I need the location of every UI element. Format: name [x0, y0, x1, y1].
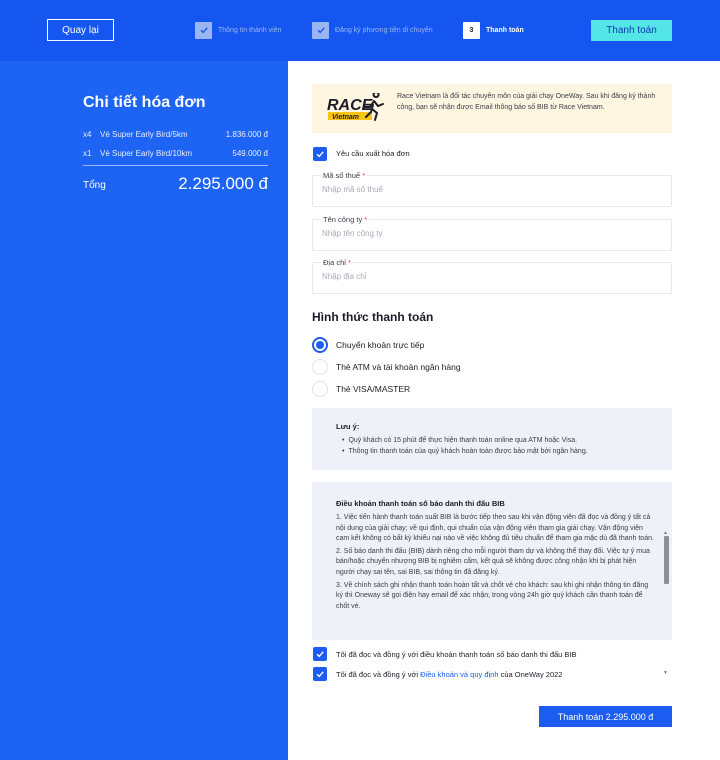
- step-label: Thông tin thành viên: [218, 26, 282, 34]
- agree-policy-checkbox[interactable]: [313, 667, 327, 681]
- field-label: Tên công ty *: [321, 215, 370, 224]
- radio-label: Thẻ VISA/MASTER: [336, 384, 411, 394]
- tax-code-input[interactable]: [322, 185, 652, 194]
- invoice-request-label: Yêu cầu xuất hóa đơn: [336, 149, 410, 158]
- terms-body: 1. Việc tiến hành thanh toán suất BIB là…: [336, 513, 656, 614]
- check-icon: [312, 21, 329, 39]
- note-item: Thông tin thanh toán của quý khách hoàn …: [342, 447, 587, 458]
- note-list: Quý khách có 15 phút để thực hiện thanh …: [342, 436, 588, 458]
- step-number: 3: [463, 21, 480, 39]
- company-name-input[interactable]: [322, 229, 652, 238]
- invoice-panel: Chi tiết hóa đơn x4 Vé Super Early Bird/5…: [0, 61, 288, 760]
- svg-text:RACE: RACE: [327, 97, 374, 114]
- step-label: Đăng ký phương tiện di chuyển: [335, 26, 433, 34]
- tax-code-field: Mã số thuế *: [312, 171, 672, 207]
- radio-visa-master[interactable]: [312, 381, 328, 397]
- address-field: Địa chỉ *: [312, 258, 672, 294]
- header-pay-button[interactable]: Thanh toán: [591, 20, 672, 41]
- note-title: Lưu ý:: [336, 422, 360, 431]
- svg-text:Vietnam: Vietnam: [332, 114, 359, 121]
- step-label: Thanh toán: [486, 26, 524, 34]
- partner-text: Race Vietnam là đối tác chuyên môn của g…: [397, 93, 656, 111]
- check-icon: [316, 651, 324, 658]
- item-qty: x4: [83, 130, 92, 139]
- back-button[interactable]: Quay lại: [47, 19, 114, 41]
- check-icon: [195, 21, 212, 39]
- partner-banner: RACE Vietnam Race Vietnam là đối tác chu…: [312, 84, 672, 133]
- terms-paragraph: 1. Việc tiến hành thanh toán suất BIB là…: [336, 514, 654, 543]
- radio-label: Thẻ ATM và tài khoản ngân hàng: [336, 362, 461, 372]
- race-vietnam-logo: RACE Vietnam: [326, 91, 390, 125]
- payment-note: Lưu ý: Quý khách có 15 phút để thực hiện…: [312, 408, 672, 470]
- payment-method-title: Hình thức thanh toán: [312, 310, 434, 324]
- item-name: Vé Super Early Bird/10km: [100, 149, 193, 158]
- divider: [83, 165, 268, 166]
- company-name-field: Tên công ty *: [312, 215, 672, 251]
- total-label: Tổng: [83, 180, 106, 191]
- address-input[interactable]: [322, 272, 652, 281]
- item-qty: x1: [83, 149, 92, 158]
- top-bar: Quay lại Thông tin thành viên Đăng ký ph…: [0, 0, 720, 61]
- scroll-thumb[interactable]: [664, 536, 669, 584]
- radio-label: Chuyển khoản trực tiếp: [336, 340, 425, 350]
- item-name: Vé Super Early Bird/5km: [100, 130, 188, 139]
- agree-bib-terms-label: Tôi đã đọc và đồng ý với điều khoản than…: [336, 650, 577, 659]
- check-icon: [316, 671, 324, 678]
- step-vehicle-registration: Đăng ký phương tiện di chuyển: [312, 21, 433, 39]
- step-member-info: Thông tin thành viên: [195, 21, 281, 39]
- total-value: 2.295.000 đ: [178, 174, 268, 193]
- note-item: Quý khách có 15 phút để thực hiện thanh …: [342, 436, 588, 447]
- invoice-item: x4 Vé Super Early Bird/5km 1.836.000 đ: [83, 130, 268, 139]
- field-label: Mã số thuế *: [321, 171, 368, 180]
- item-price: 549.000 đ: [232, 149, 268, 158]
- radio-bank-transfer[interactable]: [312, 337, 328, 353]
- step-payment: 3 Thanh toán: [463, 21, 524, 39]
- invoice-title: Chi tiết hóa đơn: [83, 94, 206, 111]
- terms-title: Điều khoản thanh toán số báo danh thi đấ…: [336, 499, 505, 508]
- scroll-down-icon[interactable]: ▼: [663, 670, 668, 676]
- check-icon: [316, 151, 324, 158]
- terms-scrollbar[interactable]: ▲ ▼: [663, 530, 669, 678]
- terms-paragraph: 2. Số báo danh thi đấu (BIB) dành riêng …: [336, 547, 650, 576]
- terms-box[interactable]: Điều khoản thanh toán số báo danh thi đấ…: [312, 482, 672, 640]
- terms-paragraph: 3. Về chính sách ghi nhận thanh toán hoà…: [336, 581, 649, 610]
- invoice-item: x1 Vé Super Early Bird/10km 549.000 đ: [83, 149, 268, 158]
- item-price: 1.836.000 đ: [225, 130, 268, 139]
- radio-atm[interactable]: [312, 359, 328, 375]
- invoice-request-checkbox[interactable]: [313, 147, 327, 161]
- submit-payment-button[interactable]: Thanh toán 2.295.000 đ: [539, 706, 672, 727]
- field-label: Địa chỉ *: [321, 258, 353, 267]
- agree-bib-terms-checkbox[interactable]: [313, 647, 327, 661]
- terms-and-rules-link[interactable]: Điều khoản và quy định: [420, 670, 498, 679]
- agree-policy-label: Tôi đã đọc và đồng ý với Điều khoản và q…: [336, 670, 563, 679]
